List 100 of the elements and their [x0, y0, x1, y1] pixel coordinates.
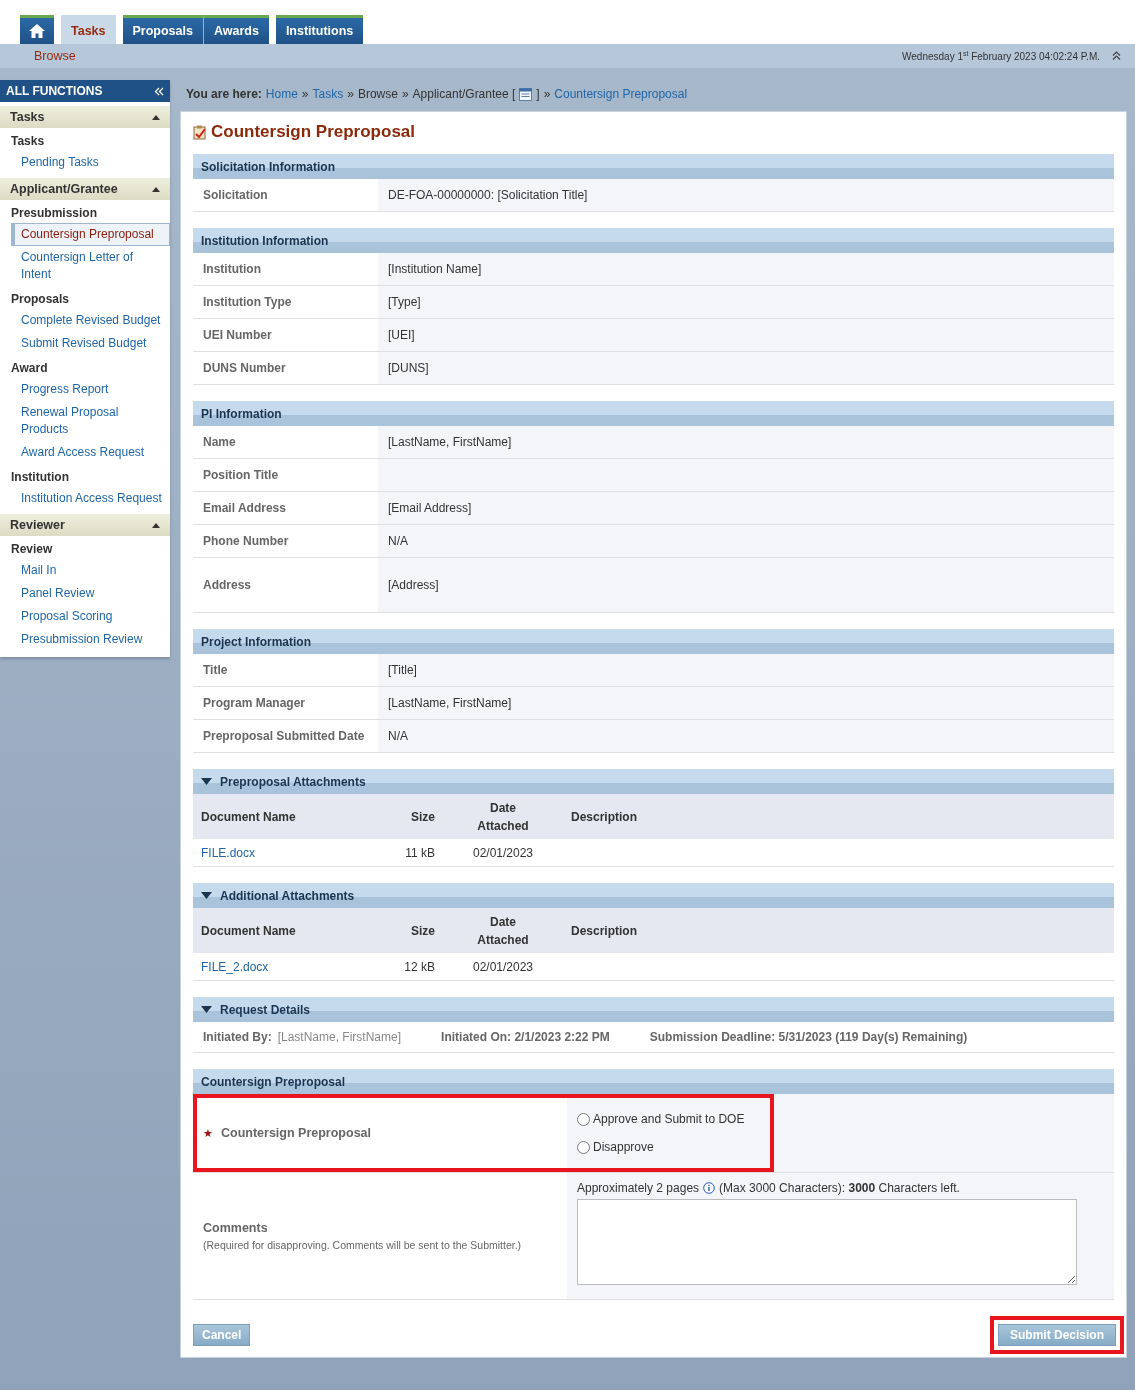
clipboard-icon — [193, 124, 207, 140]
field-value: [DUNS] — [378, 352, 1114, 384]
field-label: Solicitation — [202, 187, 269, 204]
field-label: Preproposal Submitted Date — [202, 728, 366, 745]
field-value: N/A — [378, 720, 1114, 752]
required-mark: ★ — [203, 1127, 213, 1139]
sidebar-group[interactable]: Tasks — [0, 106, 170, 128]
nav-tab[interactable]: Institutions — [275, 15, 364, 44]
collapse-chevrons-icon[interactable] — [1112, 51, 1121, 61]
field-label: Comments — [203, 1221, 269, 1235]
sidebar-item[interactable]: Progress Report — [21, 378, 170, 401]
sidebar-heading: Review — [10, 541, 54, 558]
radio-option[interactable]: Disapprove — [577, 1140, 1104, 1154]
sidebar-group[interactable]: Applicant/Grantee — [0, 178, 170, 200]
sidebar-item[interactable]: Countersign Preproposal — [11, 223, 170, 246]
info-icon[interactable] — [703, 1182, 716, 1194]
field-label: Phone Number — [202, 533, 290, 550]
sidebar-item[interactable]: Submit Revised Budget — [21, 332, 170, 355]
field-label: DUNS Number — [202, 360, 287, 377]
sidebar-item[interactable]: Panel Review — [21, 582, 170, 605]
field-value: [LastName, FirstName] — [378, 426, 1114, 458]
field-value: [LastName, FirstName] — [378, 687, 1114, 719]
section-header: Solicitation Information — [193, 154, 1114, 179]
collapse-arrow-icon[interactable] — [152, 186, 160, 192]
file-link[interactable]: FILE_2.docx — [193, 959, 277, 974]
collapse-triangle-icon[interactable] — [201, 892, 212, 899]
field-label: Program Manager — [202, 695, 307, 712]
nav-tab[interactable]: Tasks — [61, 15, 116, 44]
sidebar-item[interactable]: Proposal Scoring — [21, 605, 170, 628]
column-header: Description — [570, 808, 638, 826]
table-cell-text: 12 kB — [403, 959, 436, 974]
breadcrumb-prefix: You are here: — [186, 87, 262, 101]
field-value: [Institution Name] — [378, 253, 1114, 285]
sidebar-item[interactable]: Award Access Request — [21, 441, 170, 464]
breadcrumb-text: ] — [536, 87, 540, 101]
section-header[interactable]: Additional Attachments — [193, 883, 1114, 908]
column-header: Date Attached — [476, 913, 530, 949]
sidebar-title: ALL FUNCTIONS — [6, 84, 103, 98]
sidebar-item[interactable]: Countersign Letter of Intent — [21, 246, 170, 286]
sidebar-item[interactable]: Renewal Proposal Products — [21, 401, 170, 441]
field-value: [Title] — [378, 654, 1114, 686]
home-tab[interactable] — [20, 15, 54, 44]
section-header[interactable]: Request Details — [193, 997, 1114, 1022]
radio-option[interactable]: Approve and Submit to DOE — [577, 1112, 1104, 1126]
section-header: Project Information — [193, 629, 1114, 654]
field-label: Institution Type — [202, 294, 293, 311]
limit-text: (Max 3000 Characters): 3000 Characters left. — [719, 1181, 960, 1195]
collapse-arrow-icon[interactable] — [152, 114, 160, 120]
section-header: PI Information — [193, 401, 1114, 426]
column-header: Document Name — [200, 922, 297, 940]
sidebar-item[interactable]: Pending Tasks — [21, 151, 170, 174]
nav-tab[interactable]: Proposals — [122, 15, 203, 44]
table-cell-text: 02/01/2023 — [471, 959, 535, 974]
field-label: Institution — [202, 261, 262, 278]
file-link[interactable]: FILE.docx — [193, 845, 264, 860]
sidebar-item[interactable]: Complete Revised Budget — [21, 309, 170, 332]
table-cell-text: 02/01/2023 — [471, 845, 535, 860]
sidebar-heading: Award — [10, 360, 49, 377]
field-label: Countersign Preproposal — [221, 1126, 372, 1140]
field-value: [Type] — [378, 286, 1114, 318]
field-label: Address — [202, 577, 253, 594]
subnav-link[interactable]: Browse — [34, 49, 76, 63]
sidebar-heading: Proposals — [10, 291, 71, 308]
detail-value: [LastName, FirstName] — [277, 1030, 402, 1044]
sidebar-item[interactable]: Presubmission Review — [21, 628, 170, 651]
list-icon[interactable] — [519, 87, 533, 101]
hint-text: Approximately 2 pages — [577, 1181, 700, 1195]
field-value: [Address] — [378, 558, 1114, 612]
field-value: N/A — [378, 525, 1114, 557]
breadcrumb-text: Applicant/Grantee [ — [412, 87, 516, 101]
date-time: Wednesday 1$^{st}$ February 2023 04:02:24 P.M. — [902, 49, 1100, 63]
section-header: Institution Information — [193, 228, 1114, 253]
field-value: [Email Address] — [378, 492, 1114, 524]
sidebar-heading: Institution — [10, 469, 70, 486]
breadcrumb-text: Browse — [357, 87, 398, 101]
field-label: Email Address — [202, 500, 287, 517]
table-cell-text: 11 kB — [404, 845, 436, 860]
column-header: Description — [570, 922, 638, 940]
sidebar-group[interactable]: Reviewer — [0, 514, 170, 536]
field-label: Title — [202, 662, 229, 679]
field-label: Position Title — [202, 467, 280, 484]
page-title: Countersign Preproposal — [211, 122, 416, 142]
detail-label: Initiated On: 2/1/2023 2:22 PM — [441, 1030, 610, 1044]
breadcrumb-separator: » — [347, 87, 354, 101]
sidebar-item[interactable]: Mail In — [21, 559, 170, 582]
comments-field[interactable] — [577, 1199, 1077, 1285]
field-value: DE-FOA-00000000: [Solicitation Title] — [378, 179, 1114, 211]
field-label: UEI Number — [202, 327, 273, 344]
collapse-triangle-icon[interactable] — [201, 778, 212, 785]
breadcrumb-separator: » — [301, 87, 309, 101]
nav-tab[interactable]: Awards — [202, 15, 269, 44]
section-header[interactable]: Preproposal Attachments — [193, 769, 1114, 794]
field-value: [UEI] — [378, 319, 1114, 351]
sidebar-item[interactable]: Institution Access Request — [21, 487, 170, 510]
field-note: (Required for disapproving. Comments will be sent to the Submitter.) — [203, 1239, 523, 1251]
collapse-arrow-icon[interactable] — [152, 522, 160, 528]
sidebar-heading: Presubmission — [10, 205, 99, 222]
home-icon — [29, 24, 45, 38]
collapse-triangle-icon[interactable] — [201, 1006, 212, 1013]
field-label: Name — [202, 434, 237, 451]
